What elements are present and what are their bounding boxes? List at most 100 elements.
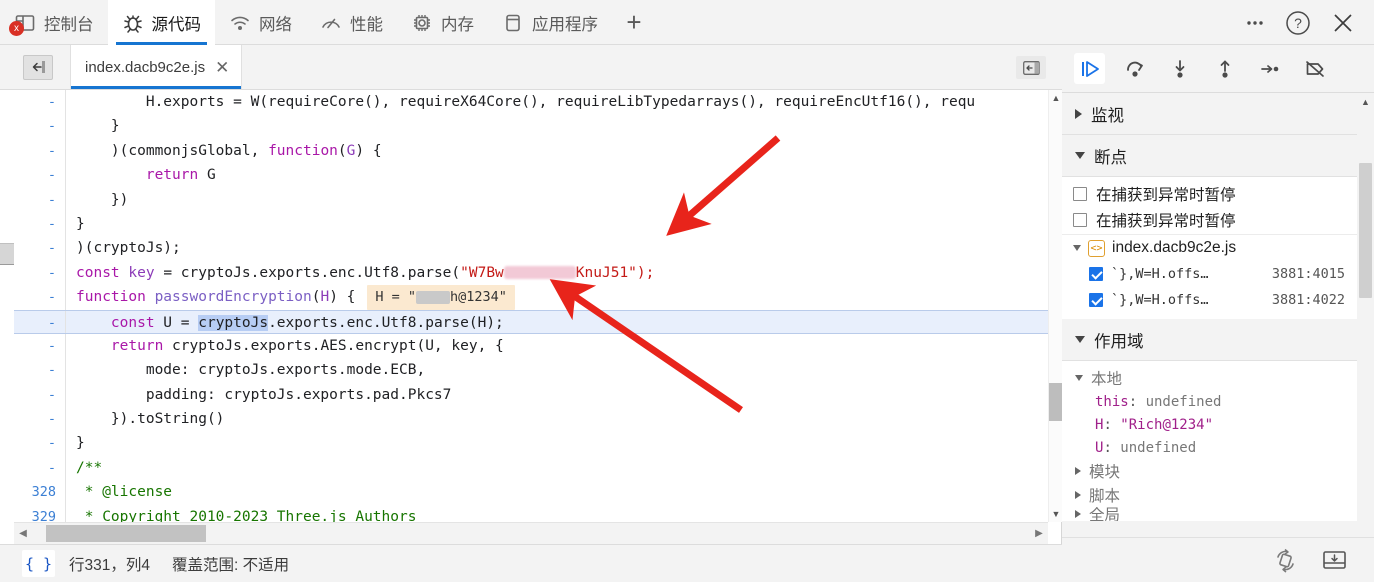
more-options-button[interactable] — [1244, 12, 1266, 34]
line-number[interactable]: - — [14, 333, 66, 359]
breakpoint-file-group[interactable]: <> index.dacb9c2e.js — [1062, 234, 1357, 261]
code-line[interactable]: - const key = cryptoJs.exports.enc.Utf8.p… — [14, 260, 1048, 286]
code-line[interactable]: - return G — [14, 163, 1048, 188]
section-scope[interactable]: 作用域 — [1062, 319, 1357, 361]
scope-variable-u[interactable]: U: undefined — [1062, 436, 1357, 459]
code-line[interactable]: 328 * @license — [14, 480, 1048, 505]
rotate-icon[interactable] — [1272, 547, 1299, 574]
scope-group-local[interactable]: 本地 — [1062, 366, 1357, 390]
code-line[interactable]: - const U = cryptoJs.exports.enc.Utf8.pa… — [14, 309, 1048, 334]
step-over-button[interactable] — [1119, 53, 1150, 84]
sidebar-vscroll-thumb[interactable] — [1359, 163, 1372, 298]
code-line[interactable]: - }).toString() — [14, 407, 1048, 432]
section-breakpoints[interactable]: 断点 — [1062, 135, 1357, 177]
line-number[interactable]: - — [14, 431, 66, 456]
pause-on-exceptions-row-2[interactable]: 在捕获到异常时暂停 — [1062, 206, 1357, 234]
file-tab-index-js[interactable]: index.dacb9c2e.js ✕ — [70, 45, 243, 89]
code-token: ) { — [329, 289, 356, 306]
scroll-right-arrow-icon[interactable]: ▶ — [1030, 528, 1048, 539]
deactivate-breakpoints-button[interactable] — [1299, 53, 1330, 84]
line-number[interactable]: - — [14, 358, 66, 383]
checkbox[interactable] — [1089, 293, 1103, 307]
code-line[interactable]: - padding: cryptoJs.exports.pad.Pkcs7 — [14, 382, 1048, 408]
line-number[interactable]: - — [14, 285, 66, 310]
close-icon[interactable]: ✕ — [215, 59, 229, 76]
tab-console[interactable]: x 控制台 — [0, 0, 108, 45]
breakpoint-item[interactable]: `},W=H.offs… 3881:4015 — [1062, 261, 1357, 287]
scroll-up-arrow-icon[interactable]: ▲ — [1049, 90, 1062, 106]
scroll-down-arrow-icon[interactable]: ▼ — [1049, 506, 1062, 522]
sidebar-vertical-scrollbar[interactable]: ▲ ▼ — [1357, 93, 1374, 548]
breakpoint-item[interactable]: `},W=H.offs… 3881:4022 — [1062, 287, 1357, 313]
scope-group-script[interactable]: 脚本 — [1062, 483, 1357, 507]
step-into-button[interactable] — [1164, 53, 1195, 84]
code-text: function passwordEncryption(H) {H = " h@1… — [66, 285, 1048, 310]
line-number[interactable]: - — [14, 407, 66, 432]
scroll-up-arrow-icon[interactable]: ▲ — [1357, 93, 1374, 110]
close-button[interactable] — [1330, 10, 1356, 36]
line-number[interactable]: - — [14, 236, 66, 261]
code-line[interactable]: -)(cryptoJs); — [14, 236, 1048, 261]
code-lines[interactable]: - H.exports = W(requireCore(), requireX6… — [14, 90, 1048, 522]
hscroll-thumb[interactable] — [46, 524, 206, 542]
debugger-sections[interactable]: 监视 断点 在捕获到异常时暂停 在捕获到异常时暂停 <> index.dacb9… — [1062, 93, 1374, 548]
back-arrow-icon[interactable] — [23, 54, 53, 80]
code-line[interactable]: - } — [14, 114, 1048, 139]
inline-value-prefix: H = " — [375, 289, 417, 306]
tab-application[interactable]: 应用程序 — [488, 0, 612, 45]
line-number[interactable]: - — [14, 163, 66, 188]
code-line[interactable]: - }) — [14, 187, 1048, 212]
line-number[interactable]: - — [14, 260, 66, 286]
checkbox[interactable] — [1073, 213, 1087, 227]
line-number[interactable]: - — [14, 187, 66, 212]
code-line[interactable]: - function passwordEncryption(H) {H = " h@… — [14, 285, 1048, 310]
scope-group-module[interactable]: 模块 — [1062, 459, 1357, 483]
help-button[interactable]: ? — [1284, 9, 1312, 37]
code-line[interactable]: 329 * Copyright 2010-2023 Three.js Autho… — [14, 504, 1048, 522]
collapse-panel-icon[interactable] — [1016, 56, 1046, 79]
chevron-right-icon — [1075, 491, 1081, 499]
hscroll-track[interactable] — [32, 523, 1030, 545]
line-number[interactable]: - — [14, 114, 66, 139]
resume-button[interactable] — [1074, 53, 1105, 84]
code-line[interactable]: - H.exports = W(requireCore(), requireX6… — [14, 90, 1048, 115]
step-out-button[interactable] — [1209, 53, 1240, 84]
line-number[interactable]: - — [14, 90, 66, 115]
pretty-print-button[interactable]: { } — [22, 550, 55, 577]
editor-left-thumb[interactable] — [0, 243, 14, 265]
dock-bottom-icon[interactable] — [1321, 548, 1348, 572]
add-tab-button[interactable]: + — [612, 0, 656, 45]
pause-on-exceptions-row-1[interactable]: 在捕获到异常时暂停 — [1062, 177, 1357, 206]
editor-horizontal-scrollbar[interactable]: ◀ ▶ — [14, 522, 1048, 544]
line-number[interactable]: - — [14, 382, 66, 408]
line-number[interactable]: 329 — [14, 504, 66, 522]
code-editor[interactable]: - H.exports = W(requireCore(), requireX6… — [0, 90, 1062, 522]
line-number[interactable]: 328 — [14, 480, 66, 505]
editor-vertical-scrollbar[interactable]: ▲ ▼ — [1048, 90, 1062, 522]
scope-variable-this[interactable]: this: undefined — [1062, 390, 1357, 413]
line-number[interactable]: - — [14, 211, 66, 237]
scope-variable-h[interactable]: H: "Rich@1234" — [1062, 413, 1357, 436]
tab-memory[interactable]: 内存 — [397, 0, 488, 45]
scope-group-global[interactable]: 全局 — [1062, 507, 1357, 521]
line-number[interactable]: - — [14, 455, 66, 481]
code-line[interactable]: -/** — [14, 455, 1048, 481]
section-watch[interactable]: 监视 — [1062, 93, 1357, 135]
editor-vscroll-thumb[interactable] — [1049, 383, 1062, 421]
code-line[interactable]: - )(commonjsGlobal, function(G) { — [14, 138, 1048, 164]
code-line[interactable]: - mode: cryptoJs.exports.mode.ECB, — [14, 358, 1048, 383]
code-line[interactable]: -} — [14, 431, 1048, 456]
code-line[interactable]: - return cryptoJs.exports.AES.encrypt(U,… — [14, 333, 1048, 359]
code-token: } — [76, 118, 120, 135]
code-line[interactable]: -} — [14, 211, 1048, 237]
tab-network[interactable]: 网络 — [215, 0, 306, 45]
step-button[interactable] — [1254, 53, 1285, 84]
tab-performance[interactable]: 性能 — [306, 0, 397, 45]
checkbox[interactable] — [1073, 187, 1087, 201]
tab-sources[interactable]: 源代码 — [107, 0, 215, 45]
checkbox[interactable] — [1089, 267, 1103, 281]
line-number[interactable]: - — [14, 310, 66, 333]
code-text: return G — [66, 163, 1048, 187]
line-number[interactable]: - — [14, 138, 66, 164]
scroll-left-arrow-icon[interactable]: ◀ — [14, 528, 32, 539]
